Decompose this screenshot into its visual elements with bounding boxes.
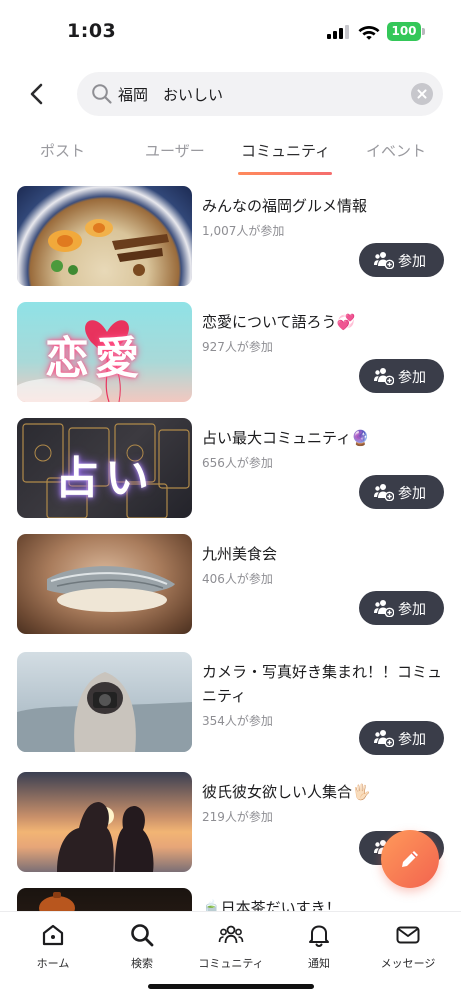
mail-icon (396, 926, 420, 944)
community-thumbnail[interactable] (17, 888, 192, 911)
battery-indicator: 100 (387, 22, 421, 41)
join-button[interactable]: 参加 (359, 475, 444, 509)
community-list: みんなの福岡グルメ情報 1,007人が参加 参加 恋愛 恋愛について語ろう💞 9… (0, 184, 461, 911)
member-count: 219人が参加 (202, 810, 273, 824)
nav-notifications[interactable]: 通知 (273, 922, 365, 971)
ramen-image (48, 219, 169, 276)
member-count: 656人が参加 (202, 456, 273, 470)
community-title[interactable]: 恋愛について語ろう💞 (202, 310, 442, 334)
join-label: 参加 (398, 370, 426, 386)
nav-label: ホーム (36, 957, 70, 970)
teapot-image (39, 892, 75, 911)
bell-icon (309, 925, 329, 948)
nav-label: コミュニティ (198, 957, 264, 970)
nav-label: 通知 (308, 957, 330, 970)
nav-community[interactable]: コミュニティ (185, 922, 277, 971)
community-thumbnail[interactable] (17, 186, 192, 286)
photographer-image (17, 672, 192, 752)
battery-tip (422, 28, 425, 35)
community-title[interactable]: 彼氏彼女欲しい人集合🖐🏻 (202, 780, 442, 804)
nav-label: 検索 (131, 957, 153, 970)
community-thumbnail[interactable]: 占い (17, 418, 192, 518)
member-count: 406人が参加 (202, 572, 273, 586)
pencil-icon (402, 851, 418, 867)
community-title[interactable]: 占い最大コミュニティ🔮 (202, 426, 442, 450)
wifi-icon (358, 26, 380, 40)
list-item[interactable]: みんなの福岡グルメ情報 1,007人が参加 参加 (0, 186, 461, 290)
community-thumbnail[interactable] (17, 772, 192, 872)
join-label: 参加 (398, 254, 426, 270)
join-button[interactable]: 参加 (359, 721, 444, 755)
home-icon (42, 924, 64, 946)
join-group-icon (374, 368, 394, 385)
thumbnail-text: 占い (55, 453, 155, 504)
sushi-image (47, 566, 175, 612)
nav-home[interactable]: ホーム (7, 922, 99, 971)
search-query: 福岡 おいしい (118, 86, 224, 104)
tab-events[interactable]: イベント (366, 140, 426, 161)
status-bar: 1:03 100 (0, 0, 461, 62)
community-title[interactable]: カメラ・写真好き集まれ！！コミュニティ (202, 660, 442, 708)
join-label: 参加 (398, 602, 426, 618)
community-title[interactable]: みんなの福岡グルメ情報 (202, 194, 442, 218)
list-item[interactable]: カメラ・写真好き集まれ！！コミュニティ 354人が参加 参加 (0, 652, 461, 762)
back-icon[interactable] (24, 80, 52, 108)
nav-messages[interactable]: メッセージ (362, 922, 454, 971)
compose-button[interactable] (381, 830, 439, 888)
search-icon (131, 924, 154, 947)
join-group-icon (374, 730, 394, 747)
community-thumbnail[interactable] (17, 652, 192, 752)
join-button[interactable]: 参加 (359, 243, 444, 277)
join-label: 参加 (398, 486, 426, 502)
tab-posts[interactable]: ポスト (40, 140, 85, 161)
tab-communities[interactable]: コミュニティ (241, 140, 330, 161)
join-group-icon (374, 484, 394, 501)
member-count: 927人が参加 (202, 340, 273, 354)
list-item[interactable]: 九州美食会 406人が参加 参加 (0, 534, 461, 638)
search-tabs: ポスト ユーザー コミュニティ イベント (0, 138, 461, 178)
status-time: 1:03 (67, 20, 117, 42)
tab-users[interactable]: ユーザー (145, 140, 205, 161)
cellular-signal-icon (327, 25, 349, 39)
community-thumbnail[interactable]: 恋愛 (17, 302, 192, 402)
join-group-icon (374, 600, 394, 617)
list-item[interactable]: 恋愛 恋愛について語ろう💞 927人が参加 参加 (0, 302, 461, 406)
community-title[interactable]: 九州美食会 (202, 542, 442, 566)
member-count: 354人が参加 (202, 714, 273, 728)
nav-label: メッセージ (380, 957, 436, 970)
community-title[interactable]: 🍵日本茶だいすき！ (202, 896, 442, 911)
home-indicator (148, 984, 314, 989)
join-button[interactable]: 参加 (359, 359, 444, 393)
join-button[interactable]: 参加 (359, 591, 444, 625)
member-count: 1,007人が参加 (202, 224, 285, 238)
community-icon (218, 925, 244, 944)
couple-image (57, 802, 154, 872)
active-tab-indicator (238, 172, 332, 175)
join-label: 参加 (398, 732, 426, 748)
list-item[interactable]: 🍵日本茶だいすき！ (0, 888, 461, 911)
nav-search[interactable]: 検索 (96, 922, 188, 971)
search-icon (92, 84, 112, 104)
thumbnail-text: 恋愛 (45, 333, 145, 384)
join-group-icon (374, 252, 394, 269)
community-thumbnail[interactable] (17, 534, 192, 634)
search-input[interactable]: 福岡 おいしい (77, 72, 443, 116)
list-item[interactable]: 占い 占い最大コミュニティ🔮 656人が参加 参加 (0, 418, 461, 522)
clear-search-button[interactable] (411, 83, 433, 105)
